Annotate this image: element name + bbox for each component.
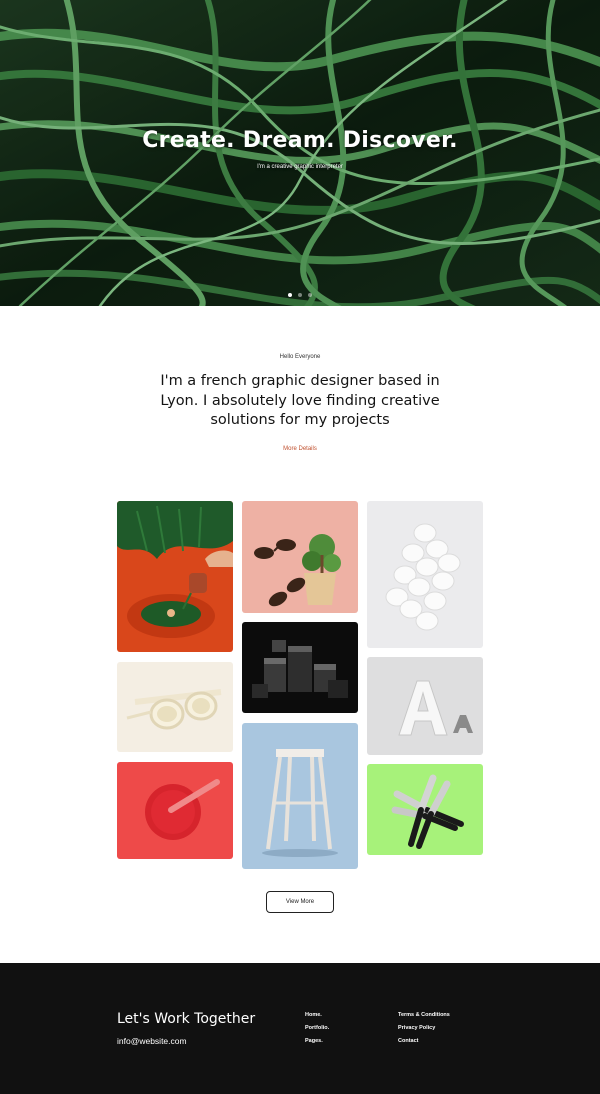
white-stool-image[interactable] xyxy=(242,723,358,869)
footer-nav-main: Home. Portfolio. Pages. xyxy=(305,1012,329,1044)
hero-subtitle: I'm a creative graphic interpreter xyxy=(257,164,343,170)
knives-image[interactable] xyxy=(367,764,483,855)
view-more-button[interactable]: View More xyxy=(266,891,334,913)
more-details-link[interactable]: More Details xyxy=(0,446,600,452)
leaf-tea-bowl-image[interactable] xyxy=(117,501,233,652)
hero-title: Create. Dream. Discover. xyxy=(142,128,458,153)
footer-link-home[interactable]: Home. xyxy=(305,1012,329,1018)
footer-link-contact[interactable]: Contact xyxy=(398,1038,450,1044)
red-paint-cup-image[interactable] xyxy=(117,762,233,859)
hero-leaves-image xyxy=(0,0,600,306)
footer-heading: Let's Work Together xyxy=(117,1011,256,1027)
slider-dot-3[interactable] xyxy=(308,293,312,297)
footer xyxy=(0,963,600,1094)
footer-nav-legal: Terms & Conditions Privacy Policy Contac… xyxy=(398,1012,450,1044)
hero-slider: Create. Dream. Discover. I'm a creative … xyxy=(0,0,600,306)
footer-email-link[interactable]: info@website.com xyxy=(117,1036,187,1046)
footer-link-pages[interactable]: Pages. xyxy=(305,1038,329,1044)
intro-label: Hello Everyone xyxy=(279,354,321,360)
slider-dot-2[interactable] xyxy=(298,293,302,297)
slider-dot-1[interactable] xyxy=(288,293,292,297)
dark-blocks-image[interactable] xyxy=(242,622,358,713)
footer-link-privacy[interactable]: Privacy Policy xyxy=(398,1025,450,1031)
footer-link-terms[interactable]: Terms & Conditions xyxy=(398,1012,450,1018)
footer-link-portfolio[interactable]: Portfolio. xyxy=(305,1025,329,1031)
letter-a-image[interactable] xyxy=(367,657,483,755)
sunglasses-bonsai-image[interactable] xyxy=(242,501,358,613)
slider-dots xyxy=(0,293,600,297)
intro-heading: I'm a french graphic designer based in L… xyxy=(160,373,440,428)
white-sunglasses-image[interactable] xyxy=(117,662,233,752)
eggs-image[interactable] xyxy=(367,501,483,648)
